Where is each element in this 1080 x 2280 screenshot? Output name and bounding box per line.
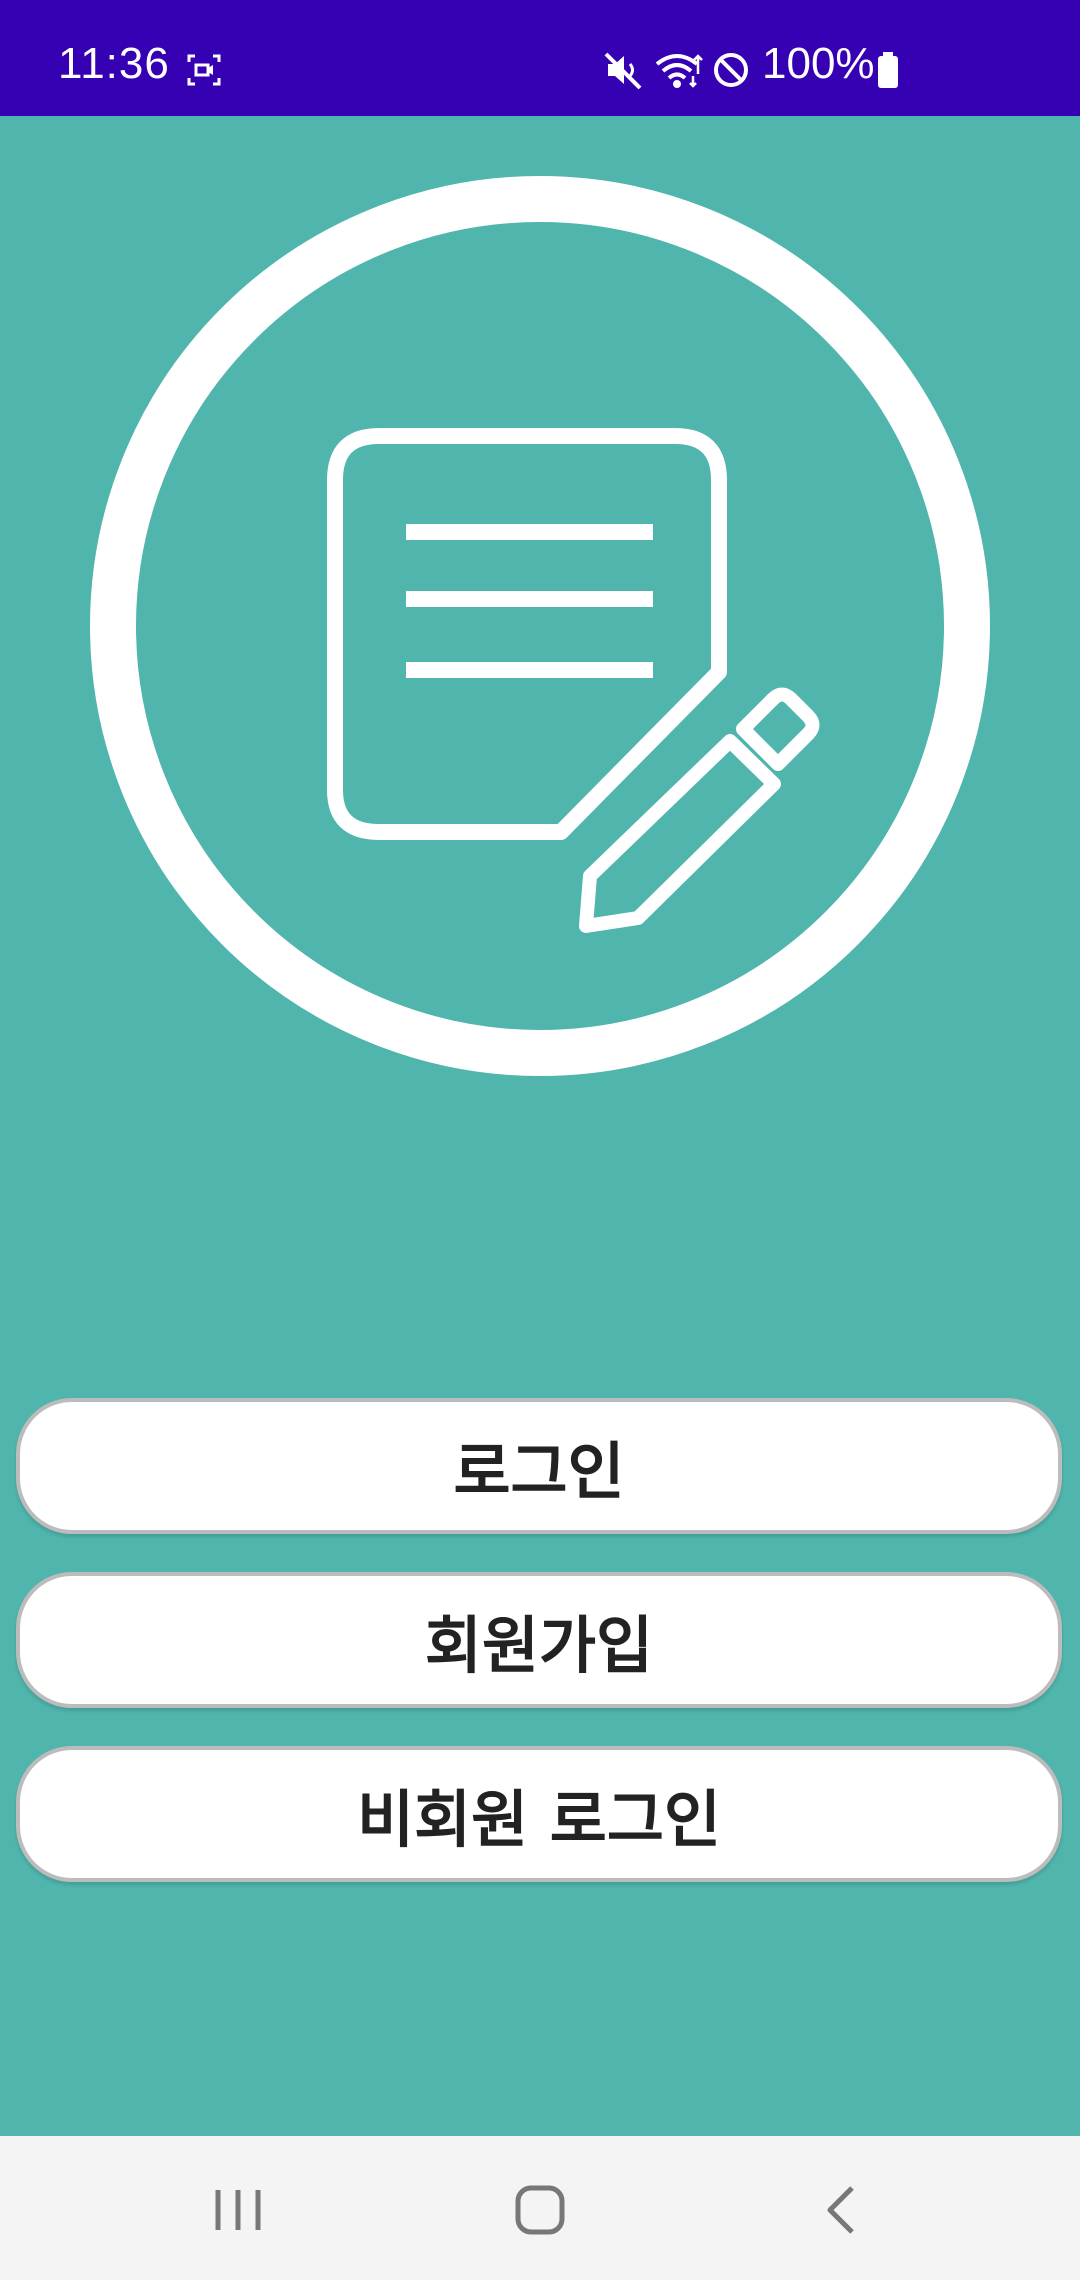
- signup-button[interactable]: 회원가입: [16, 1572, 1062, 1708]
- battery-percent: 100%: [762, 39, 875, 88]
- navigation-bar: [0, 2136, 1080, 2280]
- guest-login-button[interactable]: 비회원 로그인: [16, 1746, 1062, 1882]
- status-time: 11:36: [58, 39, 170, 88]
- login-screen: 11:36 100% 로그인 회원가입 비회원 로그인: [0, 0, 1080, 2280]
- note-edit-logo-icon: [90, 176, 990, 1076]
- screen-record-icon: [187, 54, 221, 86]
- login-button[interactable]: 로그인: [16, 1398, 1062, 1534]
- status-bar: 11:36 100%: [0, 0, 1080, 116]
- mute-icon: [604, 52, 642, 90]
- home-icon[interactable]: [510, 2180, 570, 2240]
- do-not-disturb-icon: [714, 53, 748, 87]
- wifi-icon: [655, 54, 703, 88]
- recents-icon[interactable]: [208, 2180, 268, 2240]
- back-icon[interactable]: [812, 2180, 872, 2240]
- battery-icon: [878, 52, 898, 88]
